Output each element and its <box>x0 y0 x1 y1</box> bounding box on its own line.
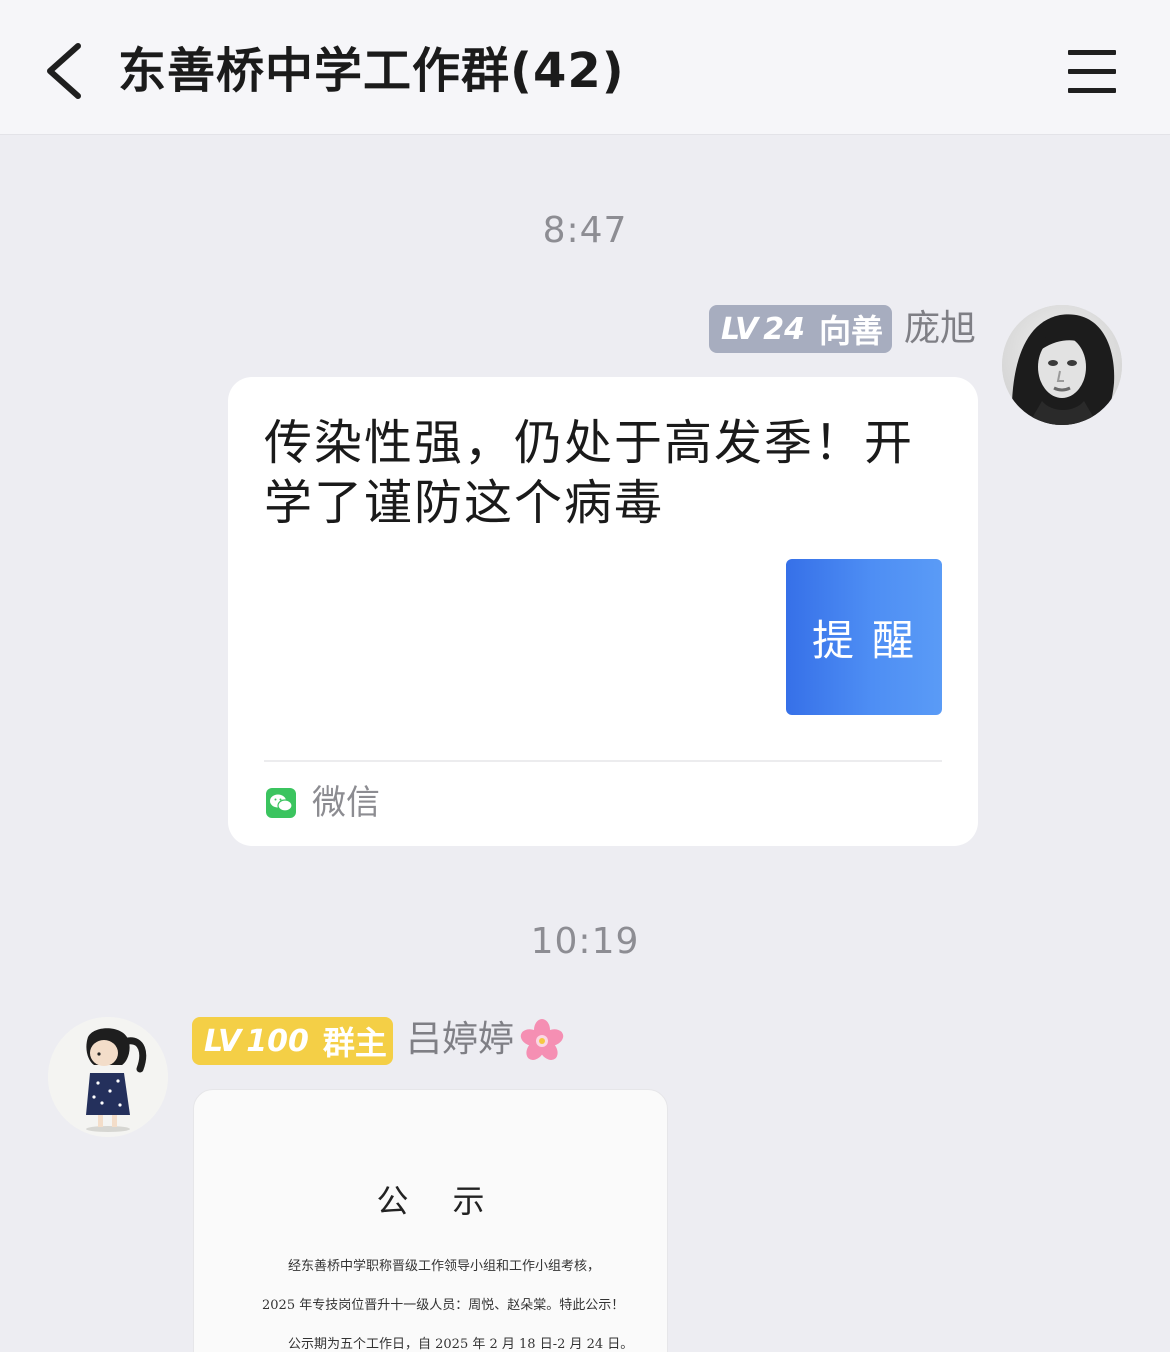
card-title: 传染性强，仍处于高发季！开学了谨防这个病毒 <box>264 415 915 531</box>
level-badge: LV 100 群主 <box>192 1017 393 1065</box>
level-prefix: LV <box>721 311 758 347</box>
sender-name: 吕婷婷 <box>406 1019 515 1060</box>
chevron-left-icon[interactable] <box>36 38 92 104</box>
sender-name-row: 吕婷婷 <box>406 1016 566 1064</box>
chat-header: 东善桥中学工作群(42) <box>0 0 1170 135</box>
document-line: 2025 年专技岗位晋升十一级人员：周悦、赵朵棠。特此公示！ <box>262 1298 625 1313</box>
member-title: 群主 <box>322 1024 387 1062</box>
level-prefix: LV <box>204 1023 241 1059</box>
card-thumbnail-text: 提醒 <box>811 615 932 665</box>
document-title: 公示 <box>376 1182 529 1220</box>
level-number: 24 <box>763 311 805 347</box>
avatar[interactable] <box>1002 305 1122 425</box>
sender-name: 庞旭 <box>904 308 977 349</box>
message-timestamp: 10:19 <box>530 921 640 962</box>
hamburger-menu-icon[interactable] <box>1064 44 1120 100</box>
message-timestamp: 8:47 <box>542 210 628 251</box>
card-thumbnail: 提醒 <box>786 559 942 715</box>
document-image-message[interactable]: 公示 经东善桥中学职称晋级工作领导小组和工作小组考核， 2025 年专技岗位晋升… <box>193 1089 668 1352</box>
avatar-photo <box>1002 305 1122 425</box>
card-source-label: 微信 <box>312 783 380 823</box>
avatar[interactable] <box>48 1017 168 1137</box>
cherry-blossom-icon <box>520 1019 564 1060</box>
document-line: 公示期为五个工作日，自 2025 年 2 月 18 日-2 月 24 日。 <box>288 1337 634 1352</box>
member-title: 向善 <box>818 312 883 350</box>
link-card-message[interactable]: 传染性强，仍处于高发季！开学了谨防这个病毒 提醒 微信 <box>228 377 978 846</box>
level-number: 100 <box>246 1023 309 1059</box>
card-divider <box>264 760 942 762</box>
level-badge: LV 24 向善 <box>709 305 892 353</box>
chat-title: 东善桥中学工作群(42) <box>118 43 625 99</box>
wechat-icon <box>266 788 296 818</box>
document-line: 经东善桥中学职称晋级工作领导小组和工作小组考核， <box>288 1259 601 1274</box>
avatar-illustration <box>48 1017 168 1137</box>
